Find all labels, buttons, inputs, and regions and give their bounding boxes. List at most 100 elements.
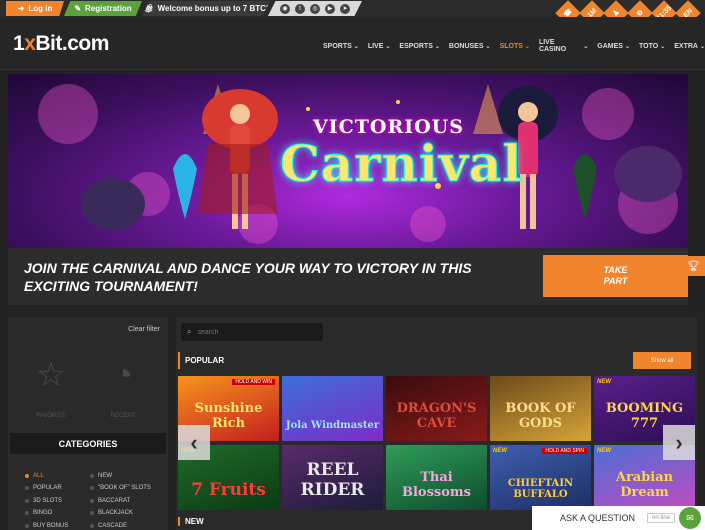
star-icon: ☆ (35, 356, 67, 394)
logo-prefix: 1 (13, 32, 25, 55)
category-label: BUY BONUS (33, 522, 69, 529)
welcome-bonus-link[interactable]: 🎁︎ Welcome bonus up to 7 BTC! (142, 1, 270, 16)
new-badge: NEW (597, 448, 611, 454)
instagram-icon[interactable]: ◎ (310, 3, 320, 14)
game-title: Arabian Dream (615, 470, 674, 500)
game-tile[interactable]: DRAGON'S CAVE (386, 376, 487, 441)
nav-item-extra[interactable]: EXTRA ⌄ (674, 39, 705, 53)
chevron-down-icon: ⌄ (485, 43, 491, 50)
new-section-title: NEW (178, 517, 204, 526)
ask-question-widget[interactable]: ASK A QUESTION on-line ✉ (532, 506, 705, 530)
telegram-icon[interactable]: ➤ (340, 3, 350, 14)
carousel-prev-button[interactable]: ‹ (178, 425, 210, 460)
show-all-button[interactable]: Show all (633, 352, 691, 369)
radio-dot-icon (25, 498, 29, 503)
nav-item-toto[interactable]: TOTO ⌄ (639, 39, 665, 53)
game-tile[interactable]: Jola Windmaster (282, 376, 383, 441)
category-item[interactable]: 3D SLOTS (25, 497, 68, 505)
category-item[interactable]: BUY BONUS (25, 522, 68, 530)
tournament-promo: JOIN THE CARNIVAL AND DANCE YOUR WAY TO … (8, 248, 688, 305)
radio-dot-icon (25, 486, 29, 491)
take-part-line2: PART (603, 276, 628, 286)
rss-icon[interactable]: ◉ (280, 3, 290, 14)
radio-dot-icon (90, 498, 94, 503)
nav-item-bonuses[interactable]: BONUSES ⌄ (449, 39, 491, 53)
game-title: Thai Blossoms (402, 470, 471, 500)
category-item[interactable]: POPULAR (25, 485, 68, 493)
nav-label: SPORTS (323, 42, 352, 50)
category-label: NEW (98, 472, 112, 479)
twitter-icon[interactable]: t (295, 3, 305, 14)
category-item[interactable]: CASCADE (90, 522, 151, 530)
main-nav: SPORTS ⌄ LIVE ⌄ ESPORTS ⌄ BONUSES ⌄ SLOTS ⌄ LIVE C… (323, 39, 705, 53)
nav-item-sports[interactable]: SPORTS ⌄ (323, 39, 359, 53)
clear-filter-link[interactable]: Clear filter (128, 326, 160, 333)
game-tile[interactable]: BOOK OF GODS (490, 376, 591, 441)
youtube-icon[interactable]: ▶ (325, 3, 335, 14)
registration-button[interactable]: ✎ Registration (64, 1, 142, 16)
game-title: CHIEFTAIN BUFFALO (507, 478, 574, 500)
chevron-down-icon: ⌄ (699, 43, 705, 50)
new-badge: NEW (597, 379, 611, 385)
category-item[interactable]: NEW (90, 472, 151, 480)
category-item[interactable]: ALL (25, 472, 68, 480)
game-tile[interactable]: CHIEFTAIN BUFFALO HOLD AND SPIN NEW (490, 445, 591, 510)
recent-filter[interactable]: ◔ RECENT (102, 355, 144, 419)
game-tile[interactable]: REEL RIDER (282, 445, 383, 510)
chevron-down-icon: ⌄ (524, 43, 530, 50)
take-part-line1: TAKE (603, 265, 628, 275)
nav-item-games[interactable]: GAMES ⌄ (597, 39, 630, 53)
game-search[interactable]: ⌕ (181, 323, 323, 341)
trophy-icon[interactable]: 🏆︎ (682, 256, 705, 276)
search-input[interactable] (197, 328, 308, 336)
logo-suffix: Bit.com (35, 32, 109, 55)
radio-dot-icon (90, 473, 94, 478)
chevron-down-icon: ⌄ (434, 43, 440, 50)
top-bar: ➜ Log in ✎ Registration 🎁︎ Welcome bonus… (0, 0, 705, 26)
game-title: DRAGON'S CAVE (396, 401, 477, 431)
categories-left-column: ALL POPULAR 3D SLOTS BINGO BUY BONUS (25, 472, 68, 530)
category-label: BINGO (33, 510, 53, 517)
nav-label: LIVE (367, 42, 384, 50)
category-label: 3D SLOTS (33, 497, 63, 504)
favorites-label: FAVORITE (36, 413, 66, 419)
take-part-button[interactable]: TAKE PART (543, 255, 688, 297)
favorites-filter[interactable]: ☆ FAVORITE (30, 355, 72, 419)
nav-label: EXTRA (674, 42, 698, 50)
category-item[interactable]: "BOOK OF" SLOTS (90, 485, 151, 493)
chevron-down-icon: ⌄ (353, 43, 359, 50)
category-label: BACCARAT (98, 497, 131, 504)
chevron-down-icon: ⌄ (624, 43, 630, 50)
carnival-banner[interactable]: VICTORIOUS Carnival (8, 74, 688, 248)
nav-label: SLOTS (499, 42, 523, 50)
site-logo[interactable]: 1xBit.com (13, 32, 109, 56)
popular-section-title: POPULAR (178, 352, 695, 369)
carousel-next-button[interactable]: › (663, 425, 695, 460)
game-tile[interactable]: Thai Blossoms (386, 445, 487, 510)
login-label: Log in (28, 4, 53, 13)
gift-icon: 🎁︎ (143, 4, 154, 13)
nav-item-esports[interactable]: ESPORTS ⌄ (399, 39, 439, 53)
nav-item-live-casino[interactable]: LIVE CASINO ⌄ (539, 39, 588, 53)
nav-item-slots[interactable]: SLOTS ⌄ (500, 39, 530, 53)
category-label: CASCADE (98, 522, 128, 529)
category-item[interactable]: BINGO (25, 510, 68, 518)
category-label: POPULAR (33, 485, 62, 492)
main-header: 1xBit.com SPORTS ⌄ LIVE ⌄ ESPORTS ⌄ BONUSES ⌄ SL… (0, 17, 705, 70)
ask-question-label: ASK A QUESTION (560, 513, 636, 523)
game-badge: HOLD AND WIN (232, 379, 275, 385)
games-panel: ⌕ POPULAR Show all Sunshine RichHOLD AND… (176, 317, 697, 530)
category-item[interactable]: BACCARAT (90, 497, 151, 505)
chat-icon[interactable]: ✉ (679, 507, 701, 529)
login-button[interactable]: ➜ Log in (6, 1, 64, 16)
radio-dot-icon (90, 486, 94, 491)
radio-dot-icon (25, 473, 29, 478)
radio-dot-icon (25, 523, 29, 528)
nav-label: LIVE CASINO (538, 39, 567, 53)
search-icon: ⌕ (187, 327, 192, 336)
category-item[interactable]: BLACKJACK (90, 510, 151, 518)
recent-label: RECENT (110, 413, 136, 419)
nav-label: BONUSES (448, 42, 484, 50)
nav-item-live[interactable]: LIVE ⌄ (368, 39, 391, 53)
social-links: ◉ t ◎ ▶ ➤ (268, 1, 362, 16)
